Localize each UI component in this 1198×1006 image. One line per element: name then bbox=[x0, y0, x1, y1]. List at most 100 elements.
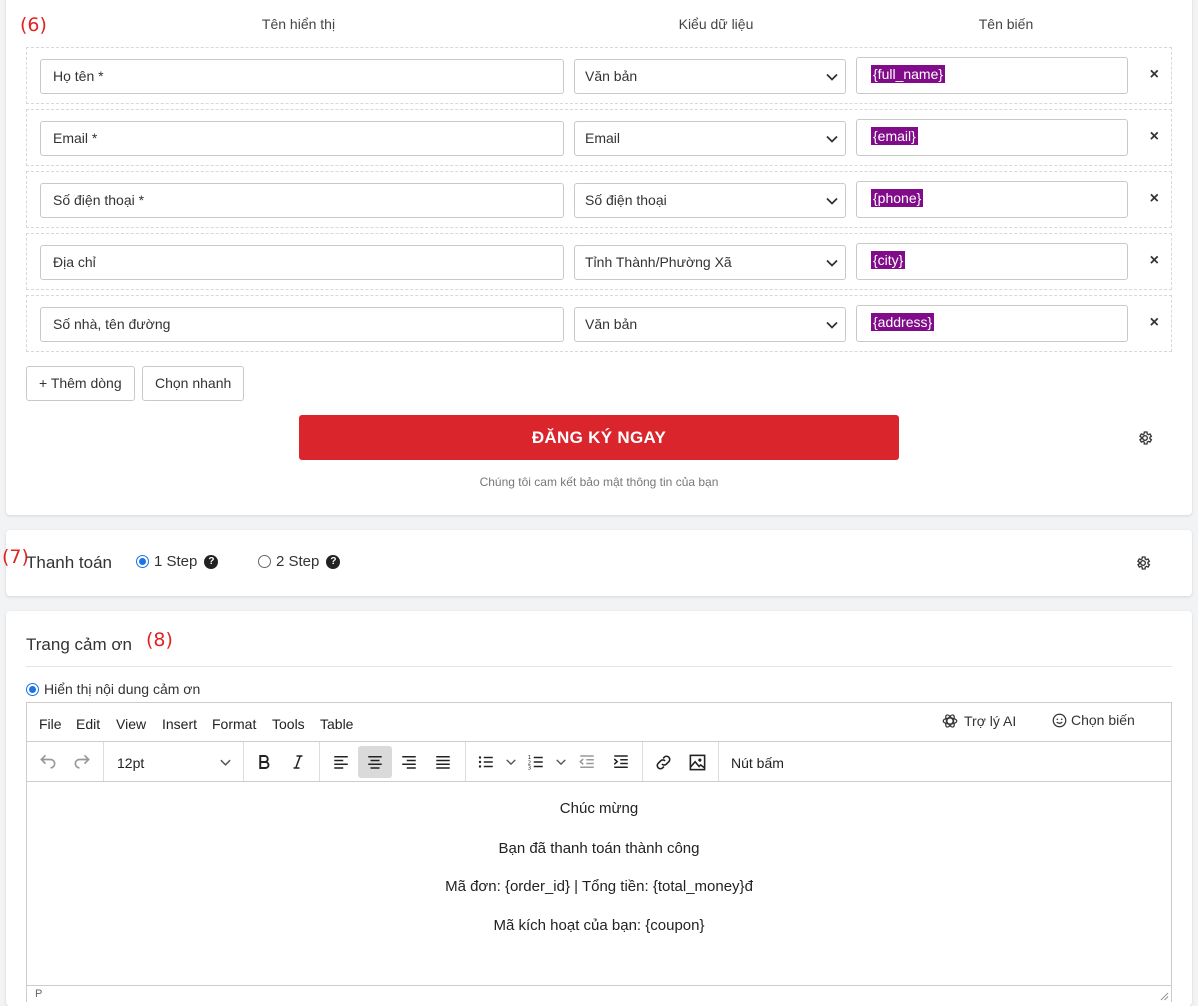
svg-text:3: 3 bbox=[528, 766, 531, 772]
menu-edit[interactable]: Edit bbox=[76, 716, 100, 732]
show-thanks-option[interactable]: Hiển thị nội dung cảm ơn bbox=[26, 681, 200, 697]
variable-tag: {address} bbox=[871, 313, 935, 331]
choose-variable-label: Chọn biến bbox=[1071, 712, 1135, 728]
data-type-value: Email bbox=[585, 130, 621, 146]
display-name-input[interactable]: Email * bbox=[40, 121, 564, 156]
data-type-select[interactable]: Số điện thoại bbox=[574, 183, 846, 218]
data-type-select[interactable]: Email bbox=[574, 121, 846, 156]
radio-unchecked-icon[interactable] bbox=[258, 555, 271, 568]
content-line: Bạn đã thanh toán thành công bbox=[498, 839, 700, 857]
redo-icon[interactable] bbox=[65, 746, 99, 778]
chevron-down-icon bbox=[826, 73, 838, 81]
option-label: 1 Step bbox=[154, 553, 198, 570]
menu-format[interactable]: Format bbox=[212, 716, 256, 732]
align-center-icon[interactable] bbox=[358, 746, 392, 778]
outdent-icon[interactable] bbox=[570, 746, 604, 778]
payment-option-2-step[interactable]: 2 Step ? bbox=[258, 553, 341, 570]
radio-checked-icon[interactable] bbox=[136, 555, 149, 568]
annotation-7: (7) bbox=[2, 546, 29, 568]
variable-input[interactable]: {full_name} bbox=[856, 57, 1128, 94]
choose-variable-button[interactable]: Chọn biến bbox=[1052, 712, 1135, 728]
italic-icon[interactable] bbox=[281, 746, 315, 778]
option-label: 2 Step bbox=[276, 553, 320, 570]
gear-icon[interactable] bbox=[1137, 430, 1153, 446]
menu-insert[interactable]: Insert bbox=[162, 716, 197, 732]
variable-input[interactable]: {city} bbox=[856, 243, 1128, 280]
remove-row-button[interactable]: × bbox=[1150, 252, 1159, 270]
align-right-icon[interactable] bbox=[392, 746, 426, 778]
register-now-button[interactable]: ĐĂNG KÝ NGAY bbox=[299, 415, 899, 460]
help-icon[interactable]: ? bbox=[204, 554, 219, 569]
align-justify-icon[interactable] bbox=[426, 746, 460, 778]
menu-file[interactable]: File bbox=[39, 716, 62, 732]
data-type-select[interactable]: Văn bản bbox=[574, 59, 846, 94]
thank-you-title: Trang cảm ơn bbox=[26, 635, 132, 654]
annotation-6: (6) bbox=[20, 14, 47, 36]
display-name-input[interactable]: Địa chỉ bbox=[40, 245, 564, 280]
display-name-input[interactable]: Số điện thoại * bbox=[40, 183, 564, 218]
field-row: Địa chỉ Tỉnh Thành/Phường Xã {city} × bbox=[26, 233, 1172, 290]
toolbar-separator bbox=[718, 742, 719, 781]
payment-option-1-step[interactable]: 1 Step ? bbox=[136, 553, 219, 570]
button-insert[interactable]: Nút bấm bbox=[731, 755, 784, 771]
bold-icon[interactable] bbox=[247, 746, 281, 778]
data-type-select[interactable]: Văn bản bbox=[574, 307, 846, 342]
field-row: Số điện thoại * Số điện thoại {phone} × bbox=[26, 171, 1172, 228]
chevron-down-icon[interactable] bbox=[505, 756, 517, 768]
payment-title: Thanh toán bbox=[26, 553, 113, 572]
chevron-down-icon[interactable] bbox=[555, 756, 567, 768]
toolbar-separator bbox=[103, 742, 104, 781]
chevron-down-icon bbox=[826, 135, 838, 143]
editor-content[interactable]: Chúc mừng Bạn đã thanh toán thành công M… bbox=[27, 783, 1171, 937]
rich-text-editor: File Edit View Insert Format Tools Table… bbox=[26, 702, 1172, 1002]
add-row-button[interactable]: + Thêm dòng bbox=[26, 366, 135, 401]
numbered-list-icon[interactable]: 123 bbox=[519, 746, 553, 778]
smiley-icon bbox=[1052, 713, 1067, 727]
data-type-value: Văn bản bbox=[585, 316, 638, 332]
ai-assistant-button[interactable]: Trợ lý AI bbox=[941, 712, 1016, 730]
data-type-value: Văn bản bbox=[585, 68, 638, 84]
thank-you-card: Trang cảm ơn (8) Hiển thị nội dung cảm ơ… bbox=[6, 611, 1192, 1006]
column-header-data-type: Kiểu dữ liệu bbox=[678, 16, 754, 32]
data-type-select[interactable]: Tỉnh Thành/Phường Xã bbox=[574, 245, 846, 280]
show-thanks-label: Hiển thị nội dung cảm ơn bbox=[44, 681, 201, 697]
font-size-value: 12pt bbox=[117, 755, 145, 771]
toolbar-separator bbox=[243, 742, 244, 781]
menu-view[interactable]: View bbox=[116, 716, 146, 732]
undo-icon[interactable] bbox=[31, 746, 65, 778]
remove-row-button[interactable]: × bbox=[1150, 66, 1159, 84]
remove-row-button[interactable]: × bbox=[1150, 128, 1159, 146]
form-fields-card: (6) Tên hiển thị Kiểu dữ liệu Tên biến H… bbox=[6, 0, 1192, 515]
remove-row-button[interactable]: × bbox=[1150, 314, 1159, 332]
remove-row-button[interactable]: × bbox=[1150, 190, 1159, 208]
field-row: Số nhà, tên đường Văn bản {address} × bbox=[26, 295, 1172, 352]
quick-pick-button[interactable]: Chọn nhanh bbox=[142, 366, 245, 401]
image-icon[interactable] bbox=[680, 746, 714, 778]
variable-tag: {phone} bbox=[871, 189, 924, 207]
indent-icon[interactable] bbox=[604, 746, 638, 778]
divider bbox=[26, 666, 1172, 667]
variable-input[interactable]: {address} bbox=[856, 305, 1128, 342]
payment-card: (7) Thanh toán 1 Step ? 2 Step ? bbox=[2, 530, 1192, 596]
toolbar-separator bbox=[465, 742, 466, 781]
display-name-input[interactable]: Họ tên * bbox=[40, 59, 564, 94]
variable-input[interactable]: {phone} bbox=[856, 181, 1128, 218]
column-header-display-name: Tên hiển thị bbox=[261, 16, 336, 32]
radio-checked-icon[interactable] bbox=[26, 682, 39, 696]
gear-icon[interactable] bbox=[1135, 555, 1151, 571]
variable-input[interactable]: {email} bbox=[856, 119, 1128, 156]
menu-tools[interactable]: Tools bbox=[272, 716, 305, 732]
resize-handle-icon[interactable] bbox=[1160, 992, 1169, 1001]
bullet-list-icon[interactable] bbox=[469, 746, 503, 778]
editor-menubar: File Edit View Insert Format Tools Table… bbox=[27, 703, 1171, 742]
data-type-value: Số điện thoại bbox=[585, 192, 667, 208]
display-name-input[interactable]: Số nhà, tên đường bbox=[40, 307, 564, 342]
field-row: Họ tên * Văn bản {full_name} × bbox=[26, 47, 1172, 104]
help-icon[interactable]: ? bbox=[326, 554, 341, 569]
field-row: Email * Email {email} × bbox=[26, 109, 1172, 166]
link-icon[interactable] bbox=[646, 746, 680, 778]
editor-statusbar: P bbox=[27, 985, 1171, 1005]
menu-table[interactable]: Table bbox=[320, 716, 353, 732]
font-size-select[interactable]: 12pt bbox=[107, 746, 237, 778]
align-left-icon[interactable] bbox=[324, 746, 358, 778]
